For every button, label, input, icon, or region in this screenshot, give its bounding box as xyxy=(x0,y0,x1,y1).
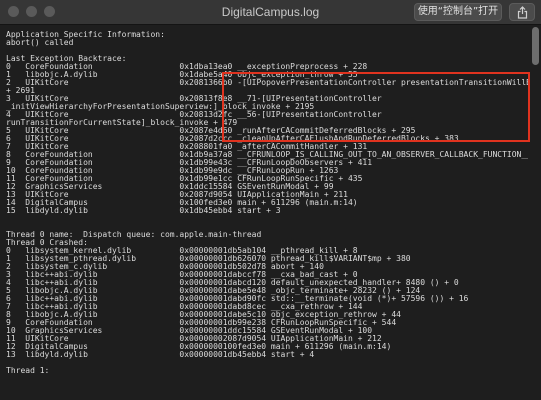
log-line: 6 libc++abi.dylib 0x00000001dabd90fc std… xyxy=(6,295,469,303)
log-line: 5 libobjc.A.dylib 0x00000001dabe5e48 _ob… xyxy=(6,287,421,295)
log-line: 8 libobjc.A.dylib 0x00000001dabe5c10 obj… xyxy=(6,311,401,319)
log-line: + 2691 xyxy=(6,87,35,95)
log-line: 3 UIKitCore 0x20813f8e8 __71-[UIPresenta… xyxy=(6,95,382,103)
minimize-window-button[interactable] xyxy=(26,6,37,17)
log-line: 9 CoreFoundation 0x00000001db99e238 CFRu… xyxy=(6,319,397,327)
log-line: Thread 0 name: Dispatch queue: com.apple… xyxy=(6,231,262,239)
log-line: Application Specific Information: xyxy=(6,31,165,39)
log-line: 0 CoreFoundation 0x1dba13ea0 __exception… xyxy=(6,63,368,71)
log-line: 4 UIKitCore 0x20813d2fc __56-[UIPresenta… xyxy=(6,111,382,119)
log-line: Thread 1: xyxy=(6,367,50,375)
log-line: 0 libsystem_kernel.dylib 0x00000001db5ab… xyxy=(6,247,358,255)
log-line: 1 libobjc.A.dylib 0x1dabe5a40 objc_excep… xyxy=(6,71,358,79)
log-line: 12 DigitalCampus 0x0000000100fed3e0 main… xyxy=(6,343,392,351)
log-line: 11 UIKitCore 0x00000002087d9054 UIApplic… xyxy=(6,335,382,343)
zoom-window-button[interactable] xyxy=(44,6,55,17)
log-line: 13 libdyld.dylib 0x00000001db45ebb4 star… xyxy=(6,351,315,359)
log-line: 12 GraphicsServices 0x1ddc15584 GSEventR… xyxy=(6,183,334,191)
log-line: 9 CoreFoundation 0x1db99e43c __CFRunLoop… xyxy=(6,159,373,167)
log-line: 14 DigitalCampus 0x100fed3e0 main + 6112… xyxy=(6,199,358,207)
log-line: 15 libdyld.dylib 0x1db45ebb4 start + 3 xyxy=(6,207,281,215)
open-in-console-button[interactable]: 使用“控制台”打开 xyxy=(414,3,502,21)
log-line: 7 libc++abi.dylib 0x00000001dabd8cec __c… xyxy=(6,303,363,311)
log-line: 8 CoreFoundation 0x1db9a37a8 __CFRUNLOOP… xyxy=(6,151,528,159)
log-line: 1 libsystem_pthread.dylib 0x00000001db62… xyxy=(6,255,411,263)
log-line: 11 CoreFoundation 0x1db99e1cc CFRunLoopR… xyxy=(6,175,363,183)
log-line: _initViewHierarchyForPresentationSupervi… xyxy=(6,103,315,111)
log-line: 6 UIKitCore 0x2087d2ccc _cleanUpAfterCAF… xyxy=(6,135,459,143)
log-text-area[interactable]: Application Specific Information: abort()… xyxy=(0,25,528,400)
log-line: Last Exception Backtrace: xyxy=(6,55,127,63)
vertical-scrollbar[interactable] xyxy=(532,27,539,399)
title-bar[interactable]: DigitalCampus.log 使用“控制台”打开 xyxy=(0,0,541,25)
share-icon xyxy=(517,6,528,19)
log-line: abort() called xyxy=(6,39,74,47)
log-line: Thread 0 Crashed: xyxy=(6,239,88,247)
log-line: 13 UIKitCore 0x2087d9054 UIApplicationMa… xyxy=(6,191,348,199)
scrollbar-thumb[interactable] xyxy=(532,27,539,65)
close-window-button[interactable] xyxy=(8,6,19,17)
log-line: 4 libc++abi.dylib 0x00000001dabcd120 def… xyxy=(6,279,459,287)
log-line: 7 UIKitCore 0x208801fa0 _afterCACommitHa… xyxy=(6,143,368,151)
log-line: 2 UIKitCore 0x2081366b0 -[UIPopoverPrese… xyxy=(6,79,528,87)
log-line: 5 UIKitCore 0x2087e4d60 _runAfterCACommi… xyxy=(6,127,416,135)
console-window: DigitalCampus.log 使用“控制台”打开 Application … xyxy=(0,0,541,400)
log-line: runTransitionForCurrentState]_block_invo… xyxy=(6,119,238,127)
log-line: 3 libc++abi.dylib 0x00000001dabccf78 __c… xyxy=(6,271,358,279)
log-line: 2 libsystem_c.dylib 0x00000001db502d78 a… xyxy=(6,263,324,271)
log-line: 10 GraphicsServices 0x00000001ddc15584 G… xyxy=(6,327,373,335)
log-line: 10 CoreFoundation 0x1db99e9dc __CFRunLoo… xyxy=(6,167,339,175)
share-button[interactable] xyxy=(509,3,535,21)
